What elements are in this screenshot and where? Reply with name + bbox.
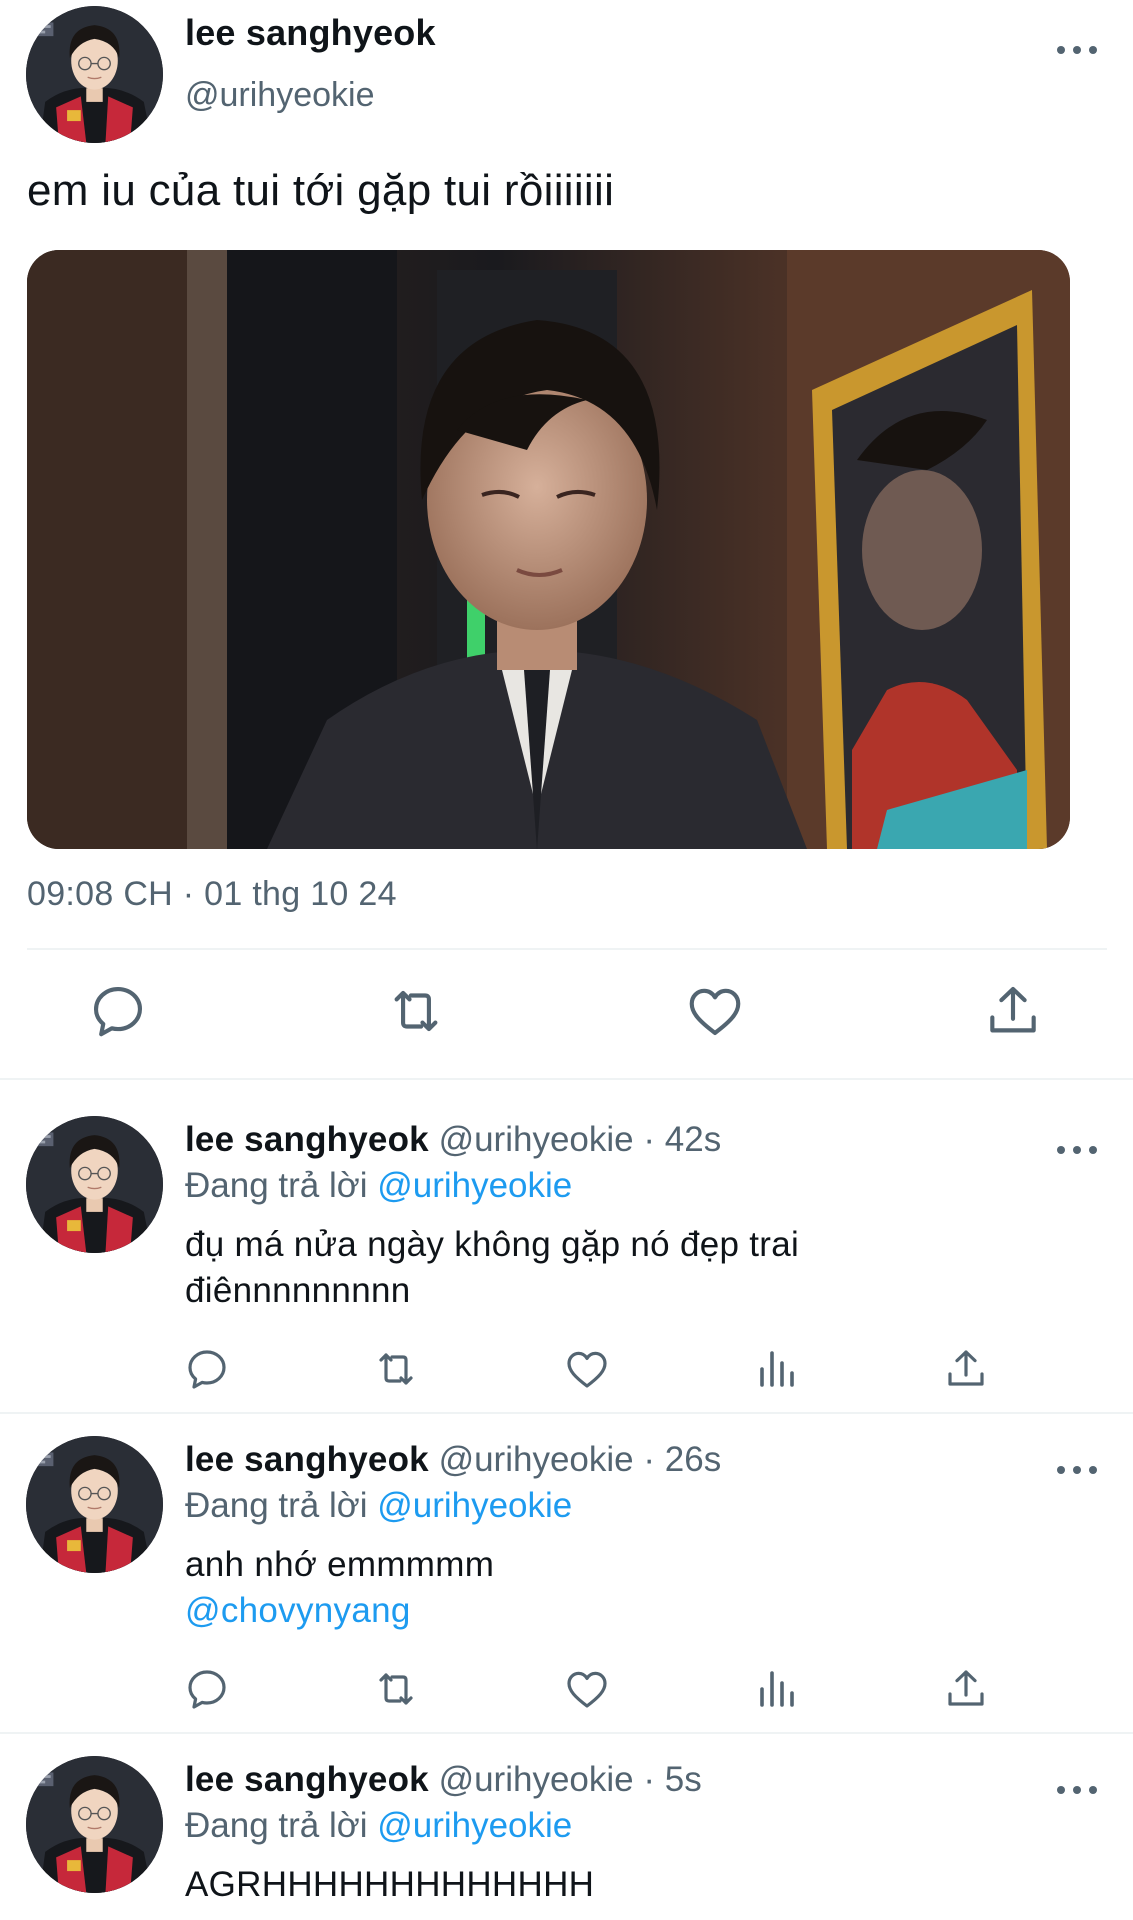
replying-to-link[interactable]: @urihyeokie: [377, 1806, 572, 1845]
reply-header: lee sanghyeok @urihyeokie · 5s: [185, 1760, 702, 1800]
author-name[interactable]: lee sanghyeok: [185, 1120, 429, 1159]
reply-text: AGRHHHHHHHHHHHHH: [185, 1862, 594, 1908]
retweet-icon[interactable]: [385, 980, 447, 1042]
replying-to-label: Đang trả lời: [185, 1806, 368, 1845]
reply-header: lee sanghyeok @urihyeokie · 26s: [185, 1440, 721, 1480]
author-handle[interactable]: @urihyeokie: [439, 1120, 634, 1159]
author-handle[interactable]: @urihyeokie: [185, 76, 375, 115]
retweet-icon[interactable]: [372, 1345, 420, 1393]
like-icon[interactable]: [684, 980, 746, 1042]
replying-to: Đang trả lời @urihyeokie: [185, 1486, 572, 1526]
share-icon[interactable]: [942, 1345, 990, 1393]
reply-icon[interactable]: [87, 980, 149, 1042]
more-options-icon[interactable]: [1057, 1140, 1097, 1160]
mention-link[interactable]: @chovynyang: [185, 1588, 494, 1634]
separator-dot: ·: [643, 1760, 656, 1799]
author-handle[interactable]: @urihyeokie: [439, 1760, 634, 1799]
tweet-photo[interactable]: [27, 250, 1070, 849]
reply-text-line: AGRHHHHHHHHHHHHH: [185, 1865, 595, 1904]
reply-time[interactable]: 26s: [665, 1440, 721, 1479]
author-name[interactable]: lee sanghyeok: [185, 1440, 429, 1479]
reply-text: đụ má nửa ngày không gặp nó đẹp trai điê…: [185, 1222, 799, 1314]
author-name[interactable]: lee sanghyeok: [185, 12, 436, 54]
reply-tweet[interactable]: lee sanghyeok @urihyeokie · 42s Đang trả…: [0, 1080, 1133, 1412]
retweet-icon[interactable]: [372, 1665, 420, 1713]
reply-text-line: anh nhớ emmmmm: [185, 1545, 495, 1584]
replying-to-label: Đang trả lời: [185, 1166, 368, 1205]
avatar[interactable]: [26, 1436, 163, 1573]
tweet-timestamp[interactable]: 09:08 CH · 01 thg 10 24: [27, 875, 397, 914]
reply-time[interactable]: 5s: [665, 1760, 702, 1799]
share-icon[interactable]: [942, 1665, 990, 1713]
like-icon[interactable]: [563, 1345, 611, 1393]
replying-to: Đang trả lời @urihyeokie: [185, 1806, 572, 1846]
author-name[interactable]: lee sanghyeok: [185, 1760, 429, 1799]
more-options-icon[interactable]: [1057, 1780, 1097, 1800]
reply-icon[interactable]: [183, 1345, 231, 1393]
more-options-icon[interactable]: [1057, 40, 1097, 60]
tweet-text: em iu của tui tới gặp tui rồiiiiiii: [27, 166, 615, 215]
reply-text-line: đụ má nửa ngày không gặp nó đẹp trai: [185, 1225, 800, 1264]
reply-icon[interactable]: [183, 1665, 231, 1713]
tweet-action-bar: [0, 980, 1133, 1050]
reply-tweet[interactable]: lee sanghyeok @urihyeokie · 5s Đang trả …: [0, 1734, 1133, 1920]
replying-to-link[interactable]: @urihyeokie: [377, 1166, 572, 1205]
separator-dot: ·: [643, 1120, 656, 1159]
share-icon[interactable]: [982, 980, 1044, 1042]
replying-to-link[interactable]: @urihyeokie: [377, 1486, 572, 1525]
avatar[interactable]: [26, 6, 163, 143]
replying-to-label: Đang trả lời: [185, 1486, 368, 1525]
reply-time[interactable]: 42s: [665, 1120, 721, 1159]
author-handle[interactable]: @urihyeokie: [439, 1440, 634, 1479]
views-icon[interactable]: [752, 1345, 800, 1393]
reply-text: anh nhớ emmmmm @chovynyang: [185, 1542, 494, 1634]
views-icon[interactable]: [752, 1665, 800, 1713]
main-tweet: lee sanghyeok @urihyeokie em iu của tui …: [0, 0, 1133, 1078]
reply-text-line: điênnnnnnnnn: [185, 1271, 411, 1310]
more-options-icon[interactable]: [1057, 1460, 1097, 1480]
reply-header: lee sanghyeok @urihyeokie · 42s: [185, 1120, 721, 1160]
avatar[interactable]: [26, 1116, 163, 1253]
separator-dot: ·: [643, 1440, 656, 1479]
divider: [27, 948, 1107, 950]
replying-to: Đang trả lời @urihyeokie: [185, 1166, 572, 1206]
reply-tweet[interactable]: lee sanghyeok @urihyeokie · 26s Đang trả…: [0, 1414, 1133, 1732]
avatar[interactable]: [26, 1756, 163, 1893]
like-icon[interactable]: [563, 1665, 611, 1713]
